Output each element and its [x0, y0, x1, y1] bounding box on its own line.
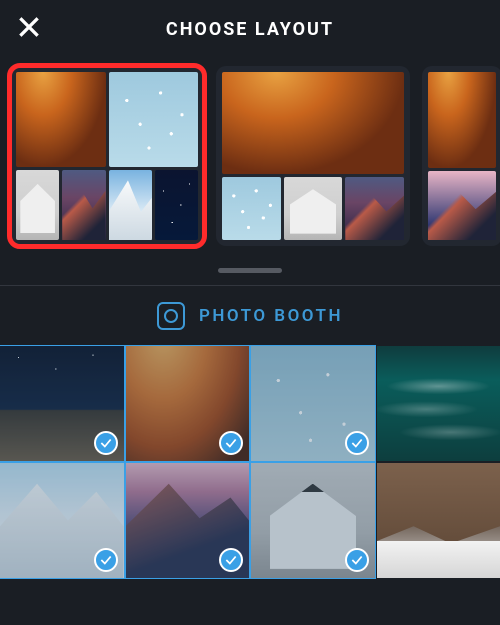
photo-thumb-ocean-waves[interactable] — [377, 346, 500, 461]
selected-check-icon — [94, 431, 118, 455]
collage-tile — [428, 171, 496, 240]
photo-booth-label: PHOTO BOOTH — [199, 306, 343, 326]
layout-option-2[interactable] — [216, 66, 410, 246]
collage-tile — [109, 72, 199, 167]
layout-preview — [16, 72, 198, 240]
selected-check-icon — [345, 431, 369, 455]
collage-tile — [222, 72, 404, 174]
selected-check-icon — [345, 548, 369, 572]
collage-tile — [155, 170, 198, 240]
close-icon — [16, 14, 42, 44]
selected-check-icon — [94, 548, 118, 572]
collage-tile — [284, 177, 343, 240]
collage-tile — [16, 72, 106, 167]
collage-tile — [222, 177, 281, 240]
layout-carousel[interactable] — [0, 58, 500, 264]
selected-check-icon — [219, 431, 243, 455]
photo-thumb-antelope-canyon[interactable] — [126, 346, 250, 461]
header: CHOOSE LAYOUT — [0, 0, 500, 58]
photo-thumb-aframe-house[interactable] — [251, 463, 375, 578]
page-title: CHOOSE LAYOUT — [166, 19, 334, 40]
layout-preview — [222, 72, 404, 240]
photo-thumb-night-beach-stars[interactable] — [0, 346, 124, 461]
collage-tile — [109, 170, 152, 240]
thumbnail-image — [377, 463, 500, 578]
camera-icon — [157, 302, 185, 330]
thumbnail-image — [377, 346, 500, 461]
collage-tile — [428, 72, 496, 168]
layout-preview — [428, 72, 496, 240]
layout-option-3[interactable] — [422, 66, 500, 246]
collage-tile — [16, 170, 59, 240]
collage-tile — [345, 177, 404, 240]
collage-tile — [62, 170, 105, 240]
photo-grid — [0, 346, 500, 578]
carousel-scroll-indicator — [218, 268, 282, 273]
photo-thumb-cherry-blossom[interactable] — [251, 346, 375, 461]
photo-thumb-snowy-mountain[interactable] — [0, 463, 124, 578]
close-button[interactable] — [14, 14, 44, 44]
photo-booth-button[interactable]: PHOTO BOOTH — [0, 286, 500, 346]
photo-thumb-mountain-sunset[interactable] — [126, 463, 250, 578]
layout-option-1[interactable] — [10, 66, 204, 246]
selected-check-icon — [219, 548, 243, 572]
photo-thumb-rocky-cliff-snow[interactable] — [377, 463, 500, 578]
